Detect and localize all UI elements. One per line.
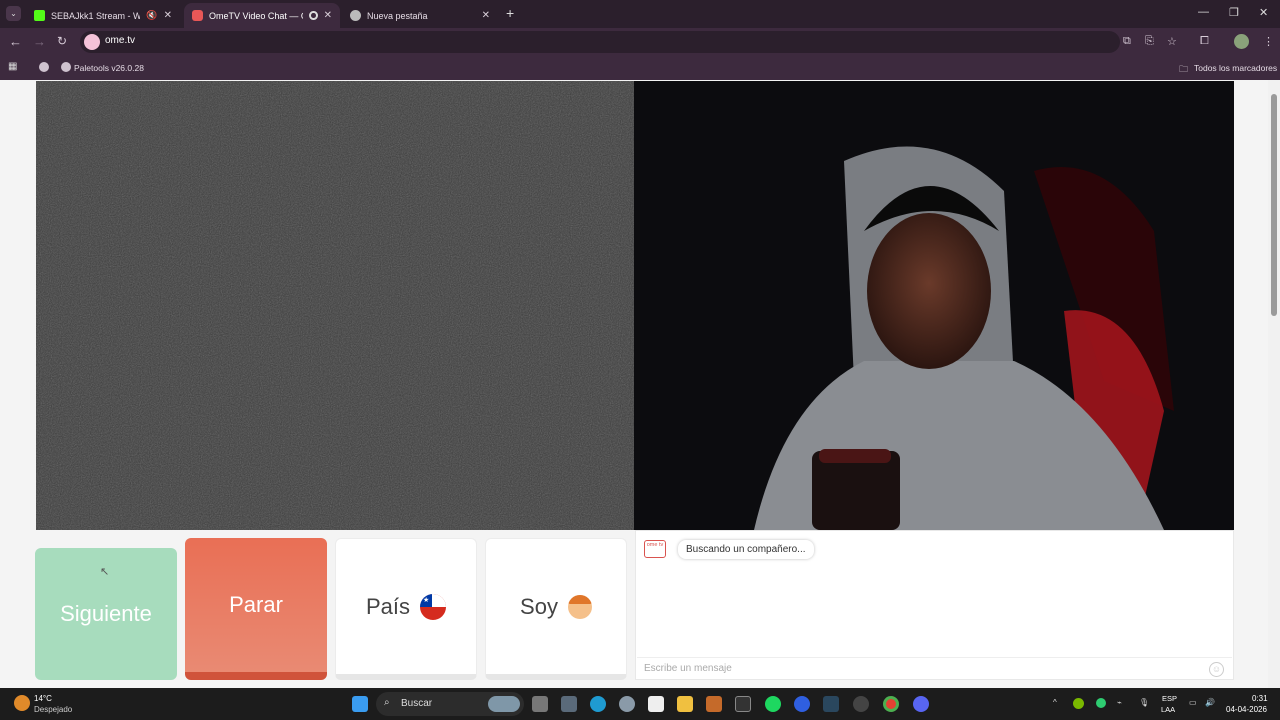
chile-flag-icon: ★ [420, 593, 447, 620]
page-scrollbar[interactable] [1268, 80, 1280, 688]
game-launcher-icon[interactable] [706, 696, 722, 712]
edge-icon[interactable] [590, 696, 606, 712]
bookmark-star-icon[interactable]: ☆ [1167, 35, 1177, 48]
new-tab-button[interactable]: + [506, 5, 514, 21]
chat-panel: ome tv Buscando un compañero... Escribe … [635, 530, 1234, 680]
tab-kick-stream[interactable]: SEBAJkk1 Stream - Watch 🔇 ✕ [26, 3, 180, 28]
message-input-placeholder: Escribe un mensaje [644, 663, 732, 674]
display-icon[interactable]: ▭ [1189, 698, 1197, 707]
file-explorer-icon[interactable] [677, 696, 693, 712]
menu-kebab-icon[interactable]: ⋮ [1263, 35, 1274, 48]
clock-time[interactable]: 0:31 [1252, 694, 1268, 703]
apps-grid-icon[interactable]: ▦ [8, 61, 17, 72]
weather-icon [14, 695, 30, 711]
scrollbar-thumb[interactable] [1271, 94, 1277, 316]
mouse-cursor-icon: ↖ [100, 566, 110, 578]
stop-button[interactable]: Parar [185, 538, 327, 680]
search-icon: ⌕ [384, 697, 390, 708]
close-window-icon[interactable]: ✕ [1259, 6, 1268, 19]
tab-title: OmeTV Video Chat — Ome [209, 10, 303, 21]
gender-button[interactable]: Soy [485, 538, 627, 680]
address-bar[interactable]: ome.tv [80, 31, 1120, 53]
search-label: Buscar [401, 698, 433, 709]
windows-taskbar: 14°C Despejado ⌕ Buscar ^ ⌁ 🎙 ESP LAA ▭ … [0, 688, 1280, 720]
next-button-label: Siguiente [60, 601, 152, 626]
tab-new-tab[interactable]: Nueva pestaña ✕ [342, 3, 498, 28]
windows-start-icon[interactable] [352, 696, 368, 712]
bookmark-favicon-icon [61, 62, 71, 72]
lang-bottom: LAA [1161, 705, 1176, 714]
url-text: ome.tv [105, 35, 136, 46]
browser-tab-strip: ⌄ SEBAJkk1 Stream - Watch 🔇 ✕ OmeTV Vide… [0, 0, 1280, 28]
volume-icon[interactable]: 🔊 [1205, 698, 1215, 707]
calculator-icon[interactable] [561, 696, 577, 712]
profile-avatar[interactable] [1234, 34, 1249, 49]
network-icon[interactable]: ⌁ [1117, 698, 1122, 707]
gender-button-label: Soy [520, 593, 558, 619]
site-info-icon[interactable] [84, 34, 100, 50]
folder-icon: 🗀 [1179, 64, 1189, 74]
tab-ometv[interactable]: OmeTV Video Chat — Ome ✕ [184, 3, 340, 28]
status-dot-icon[interactable] [1096, 698, 1106, 708]
close-tab-icon[interactable]: ✕ [482, 10, 490, 21]
steam-icon[interactable] [823, 696, 839, 712]
partner-video-static [36, 81, 634, 530]
bookmarks-bar: ▦ Paletools v26.0.28 🗀 Todos los marcado… [0, 56, 1280, 80]
self-video [634, 81, 1234, 530]
static-noise-icon [36, 81, 634, 530]
spotify-icon[interactable] [765, 696, 781, 712]
tray-chevron-icon[interactable]: ^ [1053, 698, 1057, 707]
lang-top[interactable]: ESP [1162, 694, 1177, 703]
weather-desc: Despejado [34, 705, 73, 714]
extensions-icon[interactable]: ⧠ [1200, 35, 1209, 48]
reload-icon[interactable]: ↻ [57, 34, 67, 48]
install-app-icon[interactable]: ⎘ [1145, 35, 1154, 48]
tab-title: SEBAJkk1 Stream - Watch [51, 10, 141, 21]
ometv-favicon-icon [192, 10, 203, 21]
search-highlight-icon [488, 696, 520, 712]
country-button-label: País [365, 593, 411, 619]
kick-favicon-icon [34, 10, 45, 21]
all-bookmarks-folder[interactable]: Todos los marcadores [1194, 63, 1277, 73]
bookmark-item[interactable]: Paletools v26.0.28 [74, 63, 144, 73]
minimize-icon[interactable]: — [1198, 6, 1209, 18]
close-tab-icon[interactable]: ✕ [324, 10, 332, 21]
mute-icon[interactable]: 🔇 [146, 10, 157, 21]
status-message: Buscando un compañero... [678, 540, 814, 559]
restore-icon[interactable]: ❐ [1229, 6, 1239, 19]
tab-title: Nueva pestaña [367, 10, 428, 21]
ea-app-icon[interactable] [794, 696, 810, 712]
page-content: Siguiente ↖ Parar País ★ Soy ome tv Busc… [0, 80, 1280, 688]
ometv-logo-icon: ome tv [644, 540, 666, 558]
taskbar-search[interactable]: ⌕ Buscar [376, 692, 524, 716]
boy-avatar-icon [567, 594, 592, 619]
close-tab-icon[interactable]: ✕ [164, 10, 172, 21]
country-button[interactable]: País ★ [335, 538, 477, 680]
clock-date: 04-04-2026 [1226, 705, 1267, 714]
bookmark-favicon-icon [39, 62, 49, 72]
emoji-icon[interactable]: ☺ [1209, 662, 1224, 677]
back-icon[interactable]: ← [9, 34, 22, 49]
nvidia-icon[interactable] [1073, 698, 1084, 709]
chrome-favicon-icon [350, 10, 361, 21]
tab-search-icon[interactable]: ⌄ [6, 6, 21, 21]
discord-icon[interactable] [913, 696, 929, 712]
chrome-icon[interactable] [883, 696, 899, 712]
webcam-person-icon [634, 81, 1234, 530]
task-view-icon[interactable] [532, 696, 548, 712]
forward-icon[interactable]: → [33, 34, 46, 49]
capcut-pro-icon[interactable] [735, 696, 751, 712]
capcut-icon[interactable] [648, 696, 664, 712]
recording-icon [309, 11, 318, 20]
microphone-icon[interactable]: 🎙 [1139, 698, 1149, 707]
browser-toolbar: ← → ↻ ome.tv ⧉ ⎘ ☆ ⧠ ⋮ [0, 28, 1280, 56]
stop-button-label: Parar [229, 592, 283, 617]
translate-icon[interactable]: ⧉ [1123, 35, 1131, 48]
obs-icon[interactable] [853, 696, 869, 712]
message-input[interactable]: Escribe un mensaje ☺ [637, 657, 1232, 679]
weather-temp[interactable]: 14°C [34, 694, 52, 703]
settings-gear-icon[interactable] [619, 696, 635, 712]
